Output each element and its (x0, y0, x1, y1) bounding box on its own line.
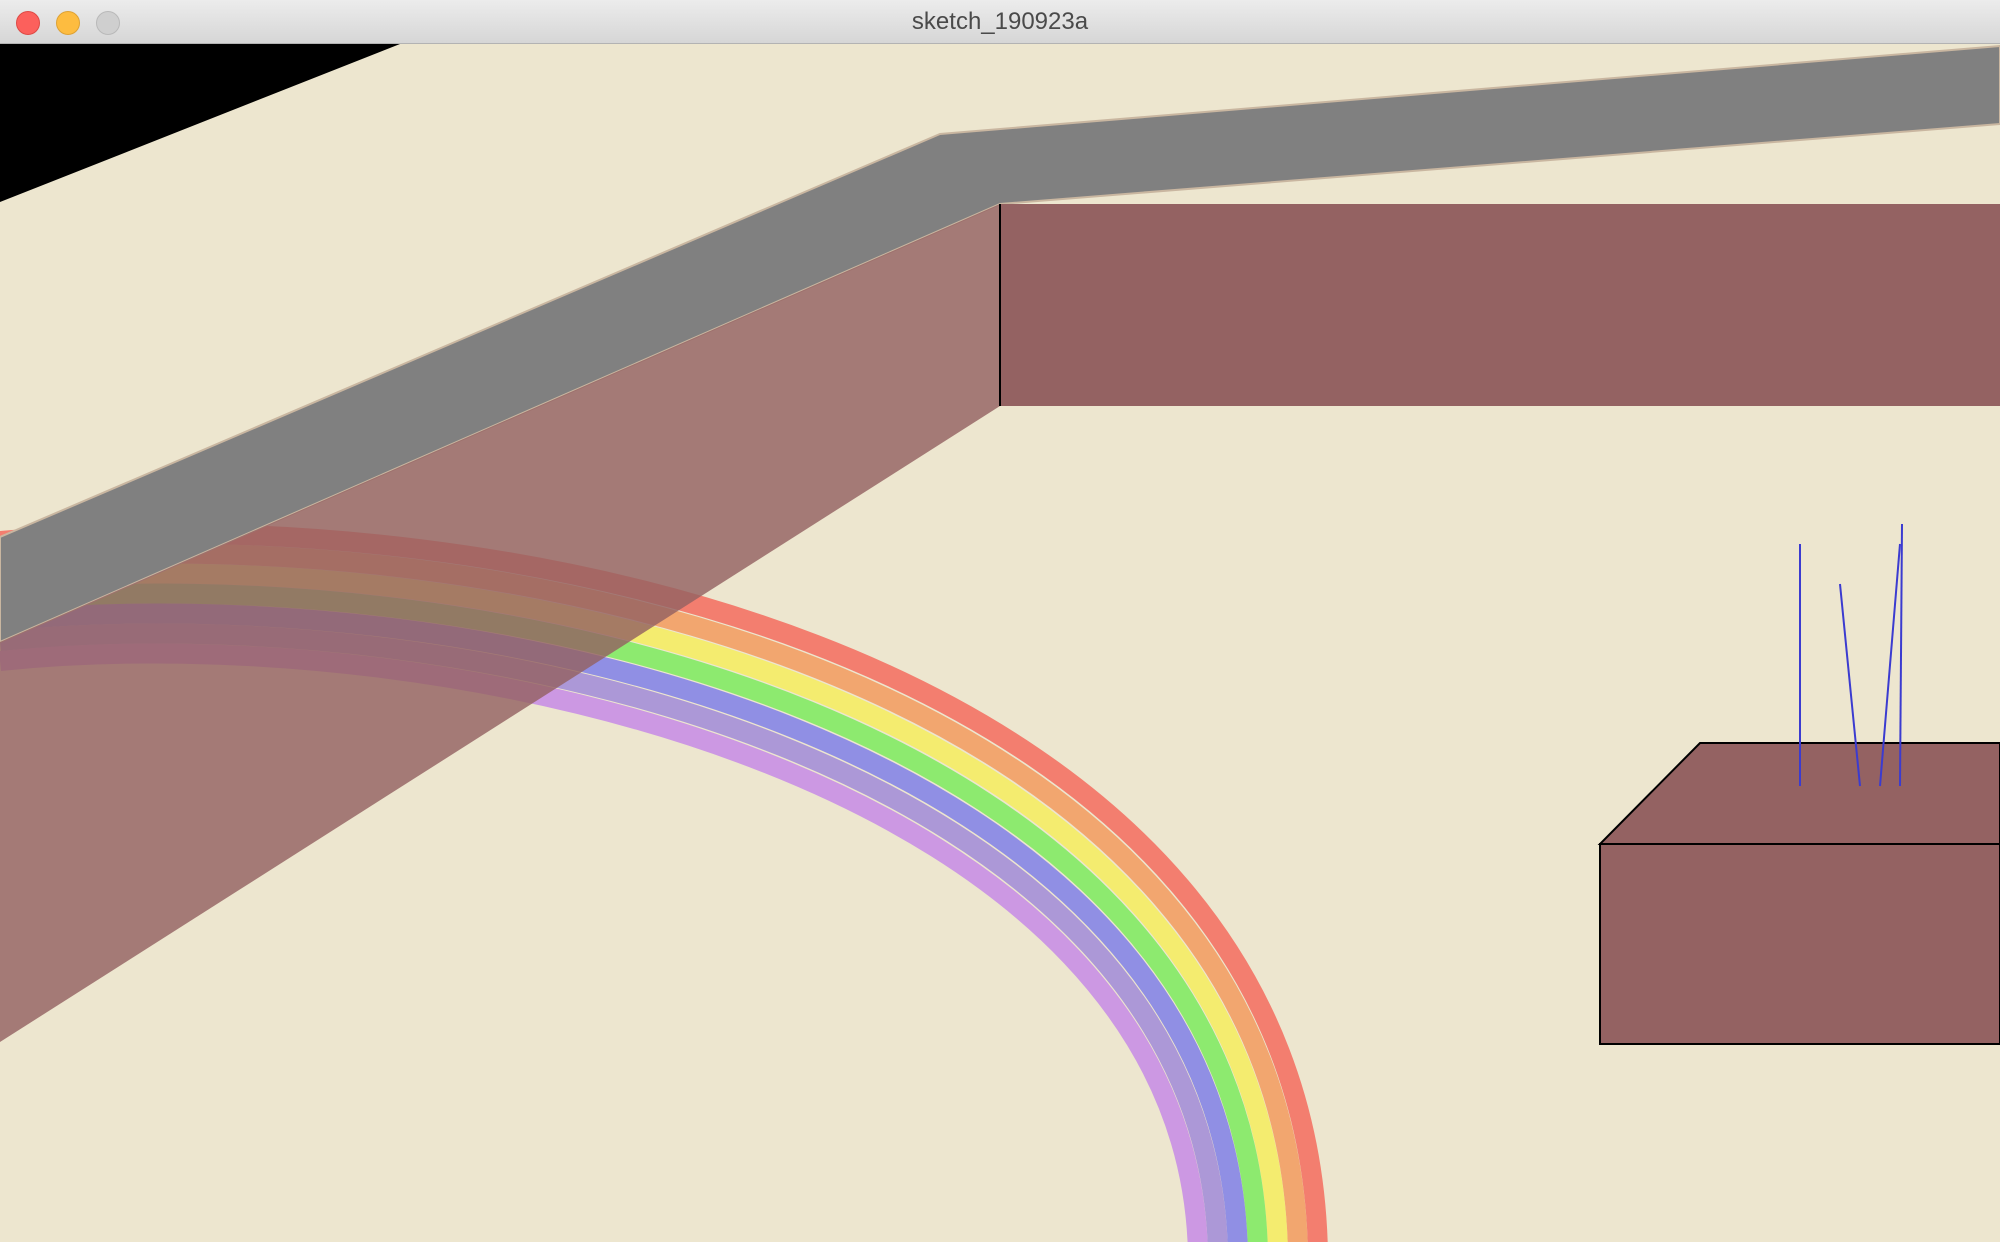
window-title: sketch_190923a (911, 8, 1089, 35)
sketch-canvas[interactable] (0, 44, 2000, 1242)
box-front (1599, 843, 2000, 1045)
title-bar[interactable]: sketch_190923a (0, 0, 2000, 44)
app-window: sketch_190923a (0, 0, 2000, 1242)
wall-face-right (1000, 204, 2000, 406)
scene-svg (0, 44, 2000, 1242)
